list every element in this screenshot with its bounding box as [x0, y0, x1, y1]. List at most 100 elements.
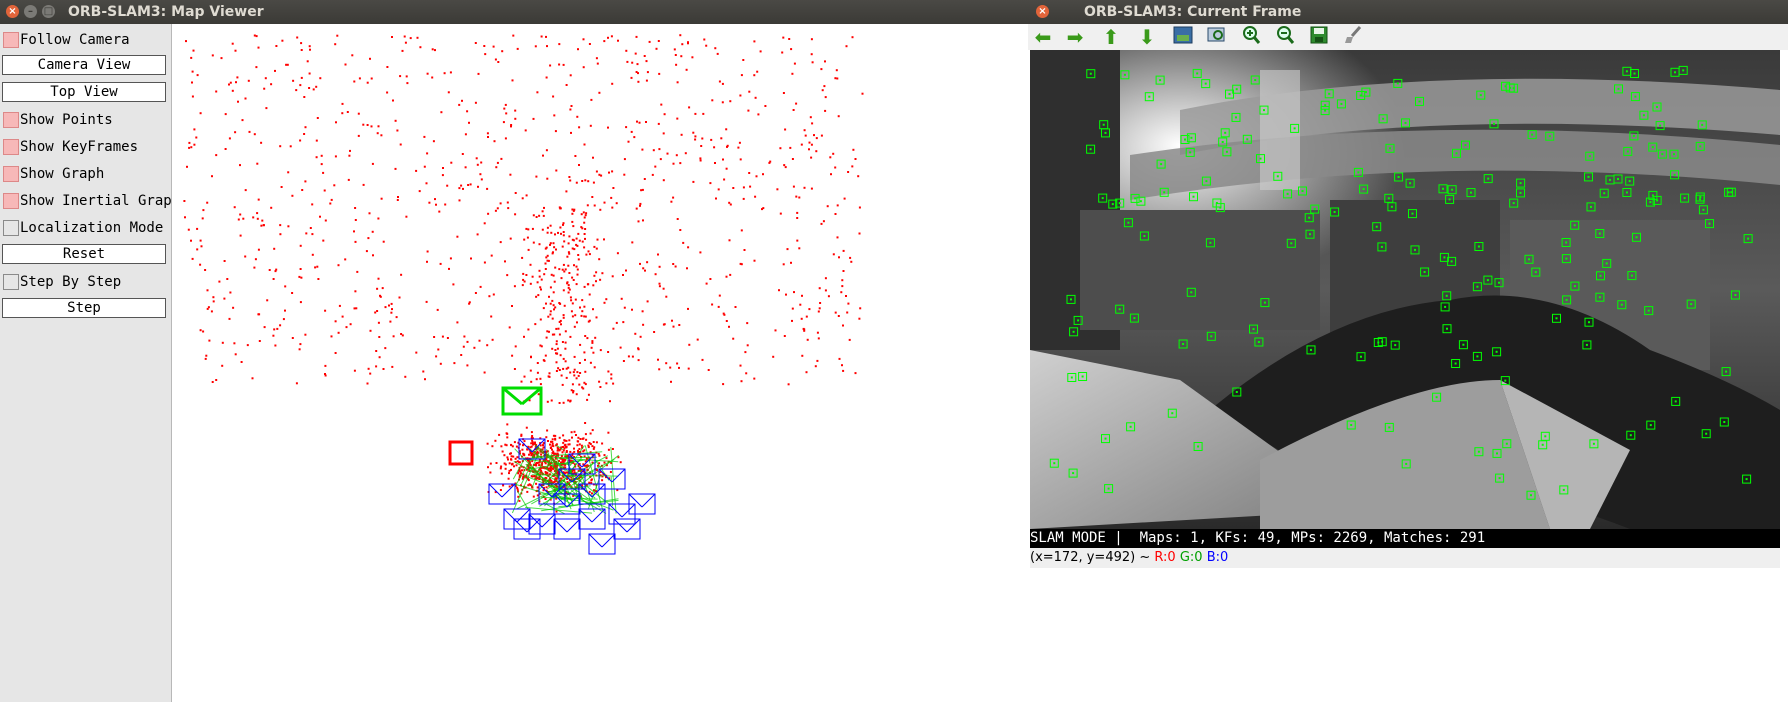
map-mark — [461, 99, 463, 102]
step-by-step-checkbox[interactable] — [3, 274, 19, 290]
map-mark — [577, 48, 579, 51]
map-mark — [536, 362, 539, 364]
localization-mode-label: Localization Mode — [20, 220, 164, 236]
zoom-in-icon[interactable] — [1238, 25, 1264, 49]
camera-view-button[interactable]: Camera View — [2, 55, 166, 75]
follow-camera-checkbox[interactable] — [3, 32, 19, 48]
map-mark — [529, 484, 532, 487]
map-mark — [801, 294, 803, 297]
map-mark — [535, 175, 538, 178]
map-mark — [237, 218, 240, 221]
map-mark — [295, 89, 298, 92]
maximize-icon[interactable]: □ — [42, 5, 55, 18]
map-mark — [714, 162, 716, 164]
show-graph-checkbox[interactable] — [3, 166, 19, 182]
close-icon[interactable]: × — [6, 5, 19, 18]
map-mark — [550, 469, 553, 472]
map-mark — [549, 286, 552, 289]
map-mark — [583, 305, 586, 308]
step-button[interactable]: Step — [2, 298, 166, 318]
minimize-icon[interactable]: – — [24, 5, 37, 18]
map-mark — [508, 469, 511, 472]
map-mark — [552, 434, 555, 437]
map-mark — [559, 354, 562, 357]
zoom-out-icon[interactable] — [1272, 25, 1298, 49]
map-mark — [234, 131, 237, 134]
map-mark — [808, 141, 811, 144]
map-mark — [718, 294, 721, 297]
map-mark — [562, 263, 565, 266]
map-mark — [837, 115, 840, 118]
top-view-button[interactable]: Top View — [2, 82, 166, 102]
map-mark — [215, 90, 218, 93]
map-mark — [236, 76, 239, 79]
show-inertial-graph-checkbox[interactable] — [3, 193, 19, 209]
map-3d-canvas[interactable] — [172, 24, 1020, 702]
show-keyframes-checkbox[interactable] — [3, 139, 19, 155]
map-mark — [803, 329, 806, 332]
map-mark — [531, 275, 534, 278]
arrow-down-icon[interactable]: ⬇ — [1134, 25, 1160, 49]
map-mark — [366, 124, 369, 126]
map-mark — [583, 143, 586, 146]
image-icon[interactable] — [1170, 25, 1196, 49]
arrow-left-icon[interactable]: ⬅ — [1030, 25, 1056, 49]
map-mark — [191, 95, 194, 98]
blue-value: B:0 — [1206, 550, 1229, 565]
map-mark — [803, 129, 806, 132]
map-mark — [274, 69, 276, 72]
close-icon[interactable]: × — [1036, 5, 1049, 18]
map-mark — [272, 278, 275, 280]
map-mark — [347, 178, 350, 181]
brush-icon[interactable] — [1340, 25, 1366, 49]
map-mark — [568, 235, 571, 238]
camera-image-view[interactable] — [1030, 50, 1780, 529]
map-mark — [553, 114, 556, 117]
map-mark — [545, 76, 548, 79]
map-mark — [541, 210, 544, 213]
map-mark — [658, 72, 661, 75]
save-icon[interactable] — [1306, 25, 1332, 49]
map-mark — [573, 374, 576, 377]
map-mark — [458, 199, 461, 202]
map-mark — [836, 204, 839, 207]
map-mark — [193, 143, 196, 146]
arrow-right-icon[interactable]: ➡ — [1062, 25, 1088, 49]
arrow-up-icon[interactable]: ⬆ — [1098, 25, 1124, 49]
map-mark — [583, 285, 586, 288]
map-mark — [543, 273, 546, 276]
map-mark — [399, 75, 402, 78]
map-mark — [810, 143, 813, 146]
map-mark — [536, 281, 539, 284]
map-mark — [637, 80, 640, 83]
map-mark — [543, 359, 546, 362]
map-mark — [257, 248, 260, 251]
map-mark — [635, 207, 638, 210]
map-mark — [489, 471, 492, 474]
localization-mode-checkbox[interactable] — [3, 220, 19, 236]
pixel-coordinate-bar: (x=172, y=492) ~ R:0 G:0 B:0 — [1030, 548, 1780, 568]
map-mark — [212, 296, 215, 299]
map-mark — [592, 181, 595, 184]
reset-button[interactable]: Reset — [2, 244, 166, 264]
map-mark — [625, 126, 628, 129]
map-mark — [479, 285, 482, 288]
show-points-checkbox[interactable] — [3, 112, 19, 128]
map-mark — [425, 182, 428, 185]
map-mark — [304, 180, 307, 183]
map-mark — [211, 175, 213, 178]
map-mark — [568, 443, 571, 446]
map-mark — [615, 321, 618, 324]
map-mark — [791, 158, 794, 160]
map-mark — [256, 217, 259, 220]
map-mark — [228, 83, 230, 86]
map-viewer-titlebar[interactable]: × – □ ORB-SLAM3: Map Viewer — [0, 0, 1020, 24]
map-mark — [565, 367, 568, 370]
map-mark — [631, 308, 633, 311]
map-mark — [715, 197, 717, 200]
map-mark — [528, 513, 556, 535]
current-frame-titlebar[interactable]: × ORB-SLAM3: Current Frame — [1020, 0, 1788, 24]
map-mark — [486, 442, 489, 445]
map-mark — [483, 261, 486, 264]
zoom-fit-icon[interactable] — [1204, 25, 1230, 49]
